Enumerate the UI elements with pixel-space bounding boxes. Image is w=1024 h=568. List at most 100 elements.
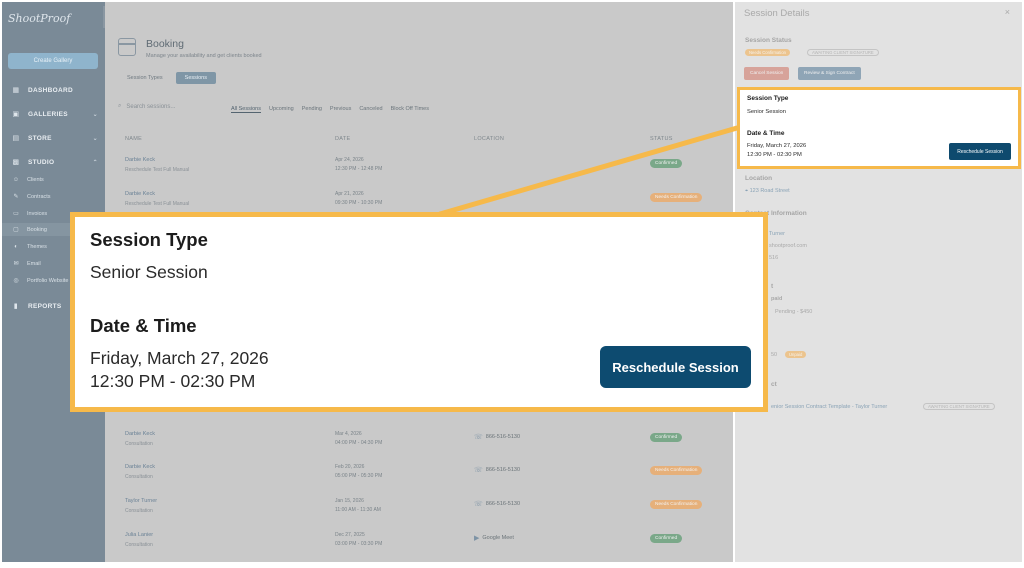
page-subtitle: Manage your availability and get clients… [146, 53, 262, 59]
studio-icon: ▩ [12, 159, 20, 166]
panel-title: Session Details [744, 8, 810, 19]
store-icon: ▤ [12, 135, 20, 142]
row-time: 12:30 PM - 12:48 PM [335, 166, 383, 172]
contact-name[interactable]: Turner [769, 231, 785, 237]
location-label: Location [745, 175, 773, 182]
row-client-name: Taylor Turner [125, 498, 158, 504]
tab-session-types[interactable]: Session Types [118, 72, 172, 84]
status-pill: Needs Confirmation [745, 49, 791, 56]
contact-phone: 516 [769, 255, 779, 261]
payment-pending: Pending - $450 [775, 309, 813, 315]
row-session-type: Reschedule Test Full Manual [125, 201, 190, 207]
row-time: 03:00 PM - 03:30 PM [335, 541, 383, 547]
chevron-down-icon: ⌄ [92, 111, 98, 118]
column-date: DATE [335, 136, 351, 142]
reschedule-session-button[interactable]: Reschedule Session [949, 143, 1011, 160]
row-location-text: Google Meet [482, 535, 514, 541]
table-row[interactable]: Darbie Keck Reschedule Test Full Manual … [125, 157, 725, 181]
row-location: ☏ 866-516-5130 [474, 433, 520, 441]
contract-status-pill: AWAITING CLIENT SIGNATURE [807, 49, 879, 56]
row-client-name: Darbie Keck [125, 157, 155, 163]
table-row[interactable]: Taylor Turner Consultation Jan 15, 2026 … [125, 498, 725, 522]
row-time: 04:00 PM - 04:30 PM [335, 440, 383, 446]
session-search[interactable]: ⌕ Search sessions... [118, 103, 175, 110]
nav-store-label: STORE [28, 134, 52, 142]
dashboard-icon: ▦ [12, 87, 20, 94]
payment-status: paid [771, 296, 783, 302]
invoice-amount: 50 [771, 352, 778, 358]
session-status-label: Session Status [745, 37, 792, 44]
highlighted-session-section: Session Type Senior Session Date & Time … [737, 87, 1021, 169]
location-link[interactable]: ⌖ 123 Road Street [745, 188, 790, 195]
sidebar-item-contracts[interactable]: ✎ Contracts [2, 190, 105, 203]
invoices-icon: ▭ [13, 211, 19, 217]
search-icon: ⌕ [118, 103, 122, 109]
nav-studio-label: STUDIO [28, 158, 55, 166]
nav-reports-label: REPORTS [28, 302, 62, 310]
table-row[interactable]: Darbie Keck Consultation Feb 20, 2026 05… [125, 464, 725, 488]
contract-signature-pill: AWAITING CLIENT SIGNATURE [923, 403, 995, 410]
row-time: 05:00 PM - 05:30 PM [335, 473, 383, 479]
session-details-panel: Session Details × Session Status Needs C… [735, 2, 1022, 562]
status-badge: Confirmed [650, 433, 683, 442]
filter-pending[interactable]: Pending [302, 106, 322, 113]
row-session-type: Consultation [125, 441, 153, 447]
table-row[interactable]: Darbie Keck Consultation Mar 4, 2026 04:… [125, 431, 725, 455]
filter-upcoming[interactable]: Upcoming [269, 106, 294, 113]
contract-link[interactable]: enior Session Contract Template - Taylor… [771, 404, 887, 410]
google-meet-icon: ▶ [474, 535, 480, 542]
filter-all-sessions[interactable]: All Sessions [231, 106, 261, 113]
session-filters: All Sessions Upcoming Pending Previous C… [231, 106, 429, 113]
row-session-type: Reschedule Test Full Manual [125, 167, 190, 173]
status-badge: Needs Confirmation [650, 466, 703, 475]
callout-date-time-label: Date & Time [90, 315, 197, 336]
invoice-status-pill: Unpaid [785, 351, 807, 358]
nav-studio[interactable]: ▩ STUDIO ⌃ [2, 154, 105, 170]
close-icon[interactable]: × [1005, 7, 1010, 17]
tab-sessions[interactable]: Sessions [175, 72, 216, 84]
column-name: NAME [125, 136, 143, 142]
column-status: STATUS [650, 136, 673, 142]
filter-block-off-times[interactable]: Block Off Times [391, 106, 429, 113]
row-location-text: 866-516-5130 [485, 434, 521, 440]
contract-label: ct [771, 381, 777, 388]
filter-previous[interactable]: Previous [330, 106, 351, 113]
date-time-label: Date & Time [747, 130, 785, 137]
nav-store[interactable]: ▤ STORE ⌄ [2, 130, 105, 146]
callout-reschedule-session-button[interactable]: Reschedule Session [600, 346, 751, 388]
session-time: 12:30 PM - 02:30 PM [747, 152, 802, 158]
nav-galleries[interactable]: ▣ GALLERIES ⌄ [2, 106, 105, 122]
calendar-icon [118, 38, 136, 56]
row-client-name: Julia Lanier [125, 532, 154, 538]
contact-email: shootproof.com [769, 243, 807, 249]
zoomed-callout: Session Type Senior Session Date & Time … [70, 212, 768, 412]
nav-galleries-label: GALLERIES [28, 110, 68, 118]
app-window: ShootProof ⸬ Create Gallery ▦ DASHBOARD … [0, 0, 1024, 568]
status-badge: Confirmed [650, 159, 683, 168]
row-client-name: Darbie Keck [125, 431, 155, 437]
payment-label: t [771, 283, 774, 290]
email-icon: ✉ [13, 261, 19, 267]
callout-session-type-label: Session Type [90, 229, 208, 250]
sidebar-item-label: Contracts [27, 193, 51, 200]
nav-dashboard-label: DASHBOARD [28, 86, 73, 94]
row-location-text: 866-516-5130 [485, 501, 521, 507]
table-row[interactable]: Julia Lanier Consultation Dec 27, 2025 0… [125, 532, 725, 556]
create-gallery-button[interactable]: Create Gallery [8, 53, 98, 69]
callout-session-time: 12:30 PM - 02:30 PM [90, 371, 256, 391]
filter-canceled[interactable]: Canceled [359, 106, 382, 113]
galleries-icon: ▣ [12, 111, 20, 118]
chevron-down-icon: ⌄ [92, 135, 98, 142]
row-location-text: 866-516-5130 [485, 467, 521, 473]
column-location: LOCATION [474, 136, 505, 142]
page-title: Booking [146, 38, 184, 50]
review-sign-contract-button[interactable]: Review & Sign Contract [798, 67, 861, 80]
cancel-session-button[interactable]: Cancel Session [744, 67, 790, 80]
nav-dashboard[interactable]: ▦ DASHBOARD [2, 82, 105, 98]
sidebar-item-label: Email [27, 260, 41, 267]
row-time: 09:30 PM - 10:30 PM [335, 200, 383, 206]
sidebar-item-label: Clients [27, 176, 44, 183]
search-input[interactable]: Search sessions... [126, 104, 175, 110]
sidebar-item-clients[interactable]: ☺ Clients [2, 173, 105, 186]
row-location: ☏ 866-516-5130 [474, 500, 520, 508]
